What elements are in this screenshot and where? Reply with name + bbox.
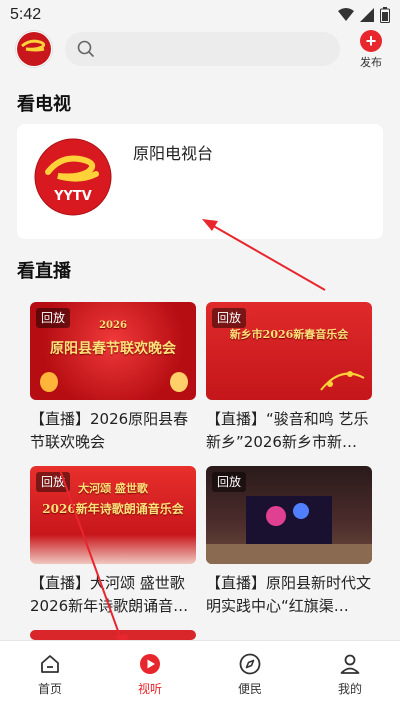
live-thumbnail: 新乡市2026新春音乐会 回放	[206, 302, 372, 400]
live-item[interactable]: 大河颂 盛世歌 2026新年诗歌朗诵音乐会 回放 【直播】大河颂 盛世歌 202…	[30, 466, 196, 618]
live-thumbnail: 2026 原阳县春节联欢晚会 回放	[30, 302, 196, 400]
nav-label-profile: 我的	[337, 682, 362, 696]
thumb-title: 原阳县春节联欢晚会	[50, 341, 176, 357]
search-box[interactable]	[65, 32, 340, 66]
nav-item-profile[interactable]: 我的	[300, 641, 400, 711]
replay-badge: 回放	[212, 472, 247, 492]
replay-badge: 回放	[212, 308, 247, 328]
search-input[interactable]	[101, 41, 321, 57]
live-item[interactable]: 回放 【直播】原阳县新时代文明实践中心“红旗渠…	[206, 466, 372, 618]
live-caption: 【直播】“骏音和鸣 艺乐新乡”2026新乡市新…	[206, 410, 369, 451]
status-time: 5:42	[10, 6, 42, 23]
publish-button[interactable]: + 发布	[354, 30, 388, 70]
battery-icon	[380, 7, 390, 23]
horse-icon	[170, 372, 188, 392]
search-icon	[77, 40, 95, 58]
thumb-title: 2026新年诗歌朗诵音乐会	[42, 502, 184, 516]
music-notes-icon	[320, 371, 365, 391]
app-logo-icon	[17, 32, 51, 66]
nav-label-home: 首页	[37, 682, 62, 696]
tv-section-title: 看电视	[17, 94, 71, 115]
replay-badge: 回放	[36, 308, 71, 328]
live-caption: 【直播】2026原阳县春节联欢晚会	[30, 410, 189, 451]
live-thumbnail: 回放	[206, 466, 372, 564]
tv-channel-logo: YYTV	[34, 138, 112, 216]
live-item[interactable]: 新乡市2026新春音乐会 回放 【直播】“骏音和鸣 艺乐新乡”2026新乡市新…	[206, 302, 372, 454]
user-icon	[340, 654, 360, 674]
status-icons	[338, 7, 390, 23]
publish-label: 发布	[360, 56, 382, 69]
home-icon	[41, 655, 59, 673]
bottom-nav: 首页 视听 便民 我的	[0, 640, 400, 711]
tv-logo-text: YYTV	[53, 189, 92, 204]
thumb-title: 新乡市2026新春音乐会	[229, 328, 349, 341]
live-thumbnail: 大河颂 盛世歌 2026新年诗歌朗诵音乐会 回放	[30, 466, 196, 564]
tv-channel-name: 原阳电视台	[133, 144, 214, 163]
plus-icon: +	[360, 30, 382, 52]
live-item[interactable]: 2026 原阳县春节联欢晚会 回放 【直播】2026原阳县春节联欢晚会	[30, 302, 196, 454]
nav-label-media: 视听	[137, 682, 162, 696]
tv-channel-card[interactable]: YYTV 原阳电视台	[17, 124, 383, 239]
wifi-icon	[338, 8, 354, 21]
nav-item-media[interactable]: 视听	[100, 641, 200, 711]
top-bar: + 发布	[0, 30, 400, 70]
play-icon	[140, 654, 160, 674]
nav-item-services[interactable]: 便民	[200, 641, 300, 711]
app-logo[interactable]	[15, 30, 53, 68]
signal-icon	[360, 8, 374, 22]
live-item[interactable]	[30, 630, 196, 640]
nav-item-home[interactable]: 首页	[0, 641, 100, 711]
lantern-icon	[40, 372, 58, 392]
nav-label-services: 便民	[237, 682, 262, 696]
live-section-title: 看直播	[17, 261, 71, 282]
live-caption: 【直播】原阳县新时代文明实践中心“红旗渠…	[206, 574, 372, 615]
status-bar: 5:42	[0, 0, 400, 30]
replay-badge: 回放	[36, 472, 71, 492]
compass-icon	[239, 653, 261, 675]
live-caption: 【直播】大河颂 盛世歌 2026新年诗歌朗诵音…	[30, 574, 189, 615]
live-thumbnail	[30, 630, 196, 640]
